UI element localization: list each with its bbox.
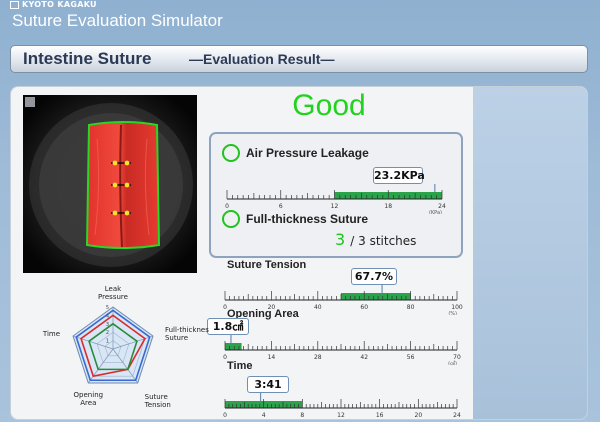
suture-tension-unit: (%) [448, 311, 457, 315]
air-pressure-gauge: 0 6 12 18 24(KPa) [225, 184, 446, 214]
air-pressure-tick-label: 24 [438, 203, 446, 210]
radar-axis-label: Full-thickness [165, 326, 209, 334]
result-grade: Good [292, 89, 366, 122]
time-label: Time [227, 360, 253, 372]
suture-tension-tick-label: 80 [407, 304, 415, 311]
key-metrics-panel: Air Pressure Leakage 23.2KPa 0 6 12 18 24 (KP… [209, 132, 463, 258]
stitch-count-value: 3 [335, 230, 346, 249]
section-banner: Intestine Suture —Evaluation Result— [10, 45, 588, 73]
air-pressure-tick-label: 12 [331, 203, 339, 210]
brand-name: KYOTO KAGAKU [22, 0, 97, 9]
opening-area-tick-label: 70 [453, 354, 461, 361]
banner-title: Intestine Suture [23, 49, 152, 68]
radar-scale-label: 4 [106, 313, 109, 319]
suture-tension-tick-label: 60 [360, 304, 368, 311]
brand-logo: KYOTO KAGAKU [10, 0, 97, 9]
radar-axis-label: Tension [144, 401, 171, 409]
radar-axis-label: Suture [145, 393, 168, 401]
suture-image [23, 95, 197, 273]
radar-axis-label: Area [80, 399, 96, 407]
time-tick-label: 8 [300, 412, 304, 419]
suture-tension-tick-label: 40 [314, 304, 322, 311]
time-gauge: 0 4 8 12 16 20 24(min) [223, 393, 461, 420]
opening-area-gauge: 0 14 28 42 56 70(㎠) [223, 335, 461, 365]
radar-axis-label: Time [42, 330, 60, 338]
radar-chart: 12345LeakPressureFull-thicknessSutureSut… [42, 285, 209, 409]
radar-axis-label: Opening [74, 391, 104, 399]
radar-axis-label: Pressure [98, 293, 128, 301]
air-pressure-tick-label: 0 [225, 203, 229, 210]
radar-scale-label: 1 [106, 339, 109, 345]
suture-tension-label: Suture Tension [227, 259, 307, 271]
time-tick-label: 20 [415, 412, 423, 419]
time-tick-label: 24 [453, 412, 461, 419]
time-tick-label: 4 [262, 412, 266, 419]
opening-area-tick-label: 14 [268, 354, 276, 361]
side-panel [473, 87, 587, 419]
radar-scale-label: 3 [106, 322, 109, 328]
opening-area-tick-label: 56 [407, 354, 415, 361]
radar-scale-label: 5 [106, 305, 109, 311]
radar-scale-label: 2 [106, 330, 109, 336]
result-panel: Good Air Pressure Leakage 23.2KPa 0 6 12 18… [10, 86, 588, 420]
radar-axis-label: Suture [165, 334, 188, 342]
opening-area-value: 1.8㎠ [207, 318, 249, 335]
suture-tension-tick-label: 100 [451, 304, 463, 311]
air-pressure-value: 23.2KPa [373, 167, 425, 184]
air-pressure-tick-label: 18 [384, 203, 392, 210]
stitch-count: 3 / 3 stitches [335, 230, 416, 249]
air-pressure-tick-label: 6 [279, 203, 283, 210]
air-pressure-ok-icon [222, 144, 240, 162]
opening-area-tick-label: 42 [360, 354, 368, 361]
brand-mark-icon [10, 0, 19, 9]
time-value: 3:41 [247, 376, 289, 393]
time-tick-label: 12 [337, 412, 345, 419]
radar-axis-label: Leak [105, 285, 122, 293]
time-tick-label: 0 [223, 412, 227, 419]
suture-tension-value: 67.7% [351, 268, 397, 285]
banner-subtitle: —Evaluation Result— [189, 51, 335, 67]
opening-area-unit: (㎠) [448, 360, 457, 365]
air-pressure-unit: (KPa) [429, 210, 442, 214]
stitch-count-total: / 3 stitches [350, 234, 417, 248]
full-thickness-ok-icon [222, 210, 240, 228]
full-thickness-label: Full-thickness Suture [246, 212, 369, 226]
time-tick-label: 16 [376, 412, 384, 419]
app-title: Suture Evaluation Simulator [12, 11, 223, 30]
time-unit: (min) [444, 419, 457, 420]
opening-area-tick-label: 28 [314, 354, 322, 361]
suture-photo [23, 95, 197, 273]
suture-tension-ok-range [341, 293, 411, 300]
air-pressure-label: Air Pressure Leakage [246, 146, 369, 160]
